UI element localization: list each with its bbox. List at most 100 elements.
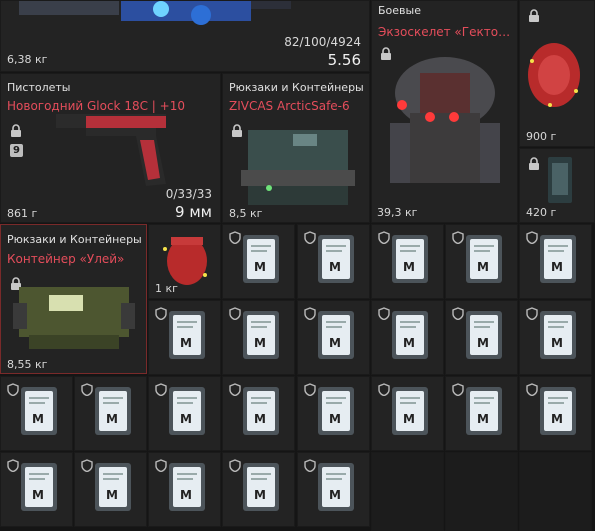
svg-text:M: M	[106, 412, 118, 426]
backpack1-name: ZIVCAS ArcticSafe-6	[229, 99, 350, 113]
backpack2-name: Контейнер «Улей»	[7, 252, 125, 266]
document-image: M	[540, 311, 576, 359]
document-slot[interactable]: M	[74, 376, 147, 451]
document-slot[interactable]: M	[0, 376, 73, 451]
rifle-caliber: 5.56	[327, 51, 361, 69]
svg-text:M: M	[32, 488, 44, 502]
svg-text:M: M	[551, 412, 563, 426]
document-image: M	[466, 235, 502, 283]
document-image: M	[466, 311, 502, 359]
document-image: M	[392, 387, 428, 435]
empty-slot[interactable]	[445, 452, 518, 531]
hive-container-image	[13, 287, 135, 349]
empty-slot[interactable]	[519, 452, 592, 531]
svg-text:M: M	[254, 336, 266, 350]
rifle-weight: 6,38 кг	[7, 53, 48, 66]
document-slot[interactable]: M	[297, 376, 370, 451]
svg-text:M: M	[329, 488, 341, 502]
document-image: M	[243, 311, 279, 359]
svg-text:M: M	[329, 336, 341, 350]
small-item-weight: 1 кг	[155, 282, 178, 295]
svg-text:M: M	[403, 260, 415, 274]
document-slot[interactable]: M	[222, 452, 295, 527]
lock-icon	[529, 9, 539, 22]
document-image: M	[21, 463, 57, 511]
document-image: M	[466, 387, 502, 435]
document-slot[interactable]: M	[148, 452, 221, 527]
weapon-slot-rifle[interactable]: 6,38 кг 82/100/4924 5.56	[0, 0, 370, 72]
pistol-tier-badge: 9	[10, 144, 23, 157]
lock-icon	[529, 157, 539, 170]
pistol-caliber: 9 мм	[175, 203, 212, 221]
armor-slot-exoskeleton[interactable]: Боевые Экзоскелет «Гектор» | ... 39,3 кг	[371, 0, 518, 223]
svg-text:M: M	[329, 412, 341, 426]
pistol-category: Пистолеты	[7, 81, 71, 94]
document-image: M	[169, 311, 205, 359]
document-image: M	[21, 387, 57, 435]
document-slot[interactable]: M	[222, 300, 295, 375]
backpack1-weight: 8,5 кг	[229, 207, 263, 220]
armor-weight: 39,3 кг	[377, 206, 418, 219]
magazine-image	[548, 157, 572, 203]
document-slot[interactable]: M	[0, 452, 73, 527]
svg-text:M: M	[477, 260, 489, 274]
backpack2-weight: 8,55 кг	[7, 358, 48, 371]
pistol-name: Новогодний Glock 18C | +10	[7, 99, 185, 113]
document-slot[interactable]: M	[371, 300, 444, 375]
document-slot[interactable]: M	[297, 452, 370, 527]
rifle-ammo: 82/100/4924	[284, 35, 361, 49]
document-slot[interactable]: M	[519, 376, 592, 451]
svg-text:M: M	[551, 260, 563, 274]
inventory-grid: 6,38 кг 82/100/4924 5.56 Пистолеты Новог…	[0, 0, 595, 531]
document-image: M	[318, 235, 354, 283]
document-image: M	[169, 387, 205, 435]
ornament-bag-image	[528, 43, 580, 107]
document-slot[interactable]: M	[297, 300, 370, 375]
document-slot[interactable]: M	[371, 224, 444, 299]
document-slot[interactable]: M	[445, 376, 518, 451]
backpack-slot-hive[interactable]: Рюкзаки и Контейнеры Контейнер «Улей» 8,…	[0, 224, 147, 374]
empty-slot[interactable]	[371, 452, 444, 531]
document-image: M	[243, 235, 279, 283]
svg-text:M: M	[106, 488, 118, 502]
document-slot[interactable]: M	[519, 224, 592, 299]
document-image: M	[318, 463, 354, 511]
document-image: M	[318, 311, 354, 359]
container-image	[241, 130, 355, 205]
side-item-1-weight: 900 г	[526, 130, 557, 143]
document-slot[interactable]: M	[148, 376, 221, 451]
pistol-weight: 861 г	[7, 207, 38, 220]
document-slot[interactable]: M	[297, 224, 370, 299]
document-image: M	[95, 463, 131, 511]
side-item-2-weight: 420 г	[526, 206, 557, 219]
document-slot[interactable]: M	[519, 300, 592, 375]
document-slot[interactable]: M	[371, 376, 444, 451]
armor-name: Экзоскелет «Гектор» | ...	[378, 25, 516, 39]
document-image: M	[540, 387, 576, 435]
document-slot[interactable]: M	[445, 300, 518, 375]
document-image: M	[243, 387, 279, 435]
document-image: M	[540, 235, 576, 283]
small-item-slot[interactable]: 1 кг	[148, 224, 221, 299]
svg-text:M: M	[254, 488, 266, 502]
armor-category: Боевые	[378, 4, 421, 17]
weapon-slot-pistol[interactable]: Пистолеты Новогодний Glock 18C | +10 9 8…	[0, 73, 221, 223]
document-slot[interactable]: M	[222, 376, 295, 451]
document-slot[interactable]: M	[74, 452, 147, 527]
document-slot[interactable]: M	[445, 224, 518, 299]
side-slot-2[interactable]: 420 г	[519, 148, 595, 223]
document-image: M	[318, 387, 354, 435]
document-slot[interactable]: M	[222, 224, 295, 299]
document-image: M	[392, 235, 428, 283]
svg-text:M: M	[403, 336, 415, 350]
backpack1-category: Рюкзаки и Контейнеры	[229, 81, 364, 94]
exoskeleton-image	[390, 57, 500, 183]
document-slot[interactable]: M	[148, 300, 221, 375]
svg-text:M: M	[254, 412, 266, 426]
backpack2-category: Рюкзаки и Контейнеры	[7, 233, 142, 246]
svg-text:M: M	[180, 488, 192, 502]
svg-text:M: M	[551, 336, 563, 350]
backpack-slot-arcticsafe[interactable]: Рюкзаки и Контейнеры ZIVCAS ArcticSafe-6…	[222, 73, 370, 223]
svg-text:M: M	[254, 260, 266, 274]
side-slot-1[interactable]: 900 г	[519, 0, 595, 147]
